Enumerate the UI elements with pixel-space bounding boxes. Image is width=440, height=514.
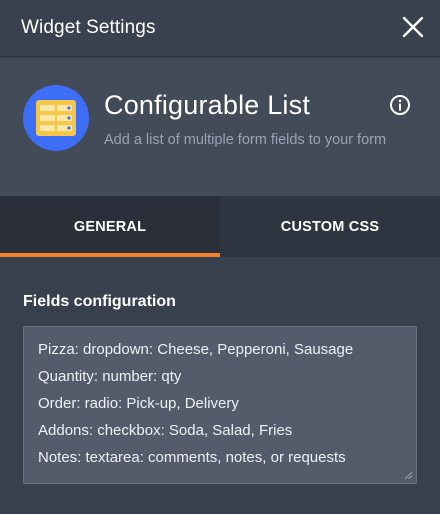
widget-icon-badge (23, 85, 89, 151)
dialog-titlebar: Widget Settings (0, 0, 440, 57)
resize-grip-icon[interactable] (404, 471, 412, 479)
tab-general[interactable]: GENERAL (0, 196, 220, 257)
widget-header: Configurable List Add a list of multiple… (0, 58, 440, 196)
tab-custom-css[interactable]: CUSTOM CSS (220, 196, 440, 257)
info-icon (390, 95, 410, 115)
settings-tabs: GENERAL CUSTOM CSS (0, 196, 440, 257)
close-icon (402, 16, 424, 38)
widget-name: Configurable List (104, 90, 311, 120)
config-line: Addons: checkbox: Soda, Salad, Fries (38, 422, 293, 439)
list-form-icon (36, 100, 76, 136)
config-line: Order: radio: Pick-up, Delivery (38, 395, 239, 412)
info-button[interactable] (389, 94, 411, 116)
fields-configuration-textarea[interactable]: Pizza: dropdown: Cheese, Pepperoni, Saus… (23, 326, 417, 484)
config-line: Pizza: dropdown: Cheese, Pepperoni, Saus… (38, 341, 354, 358)
fields-configuration-label: Fields configuration (23, 293, 176, 310)
config-line: Notes: textarea: comments, notes, or req… (38, 449, 346, 466)
dialog-title: Widget Settings (21, 17, 156, 38)
close-button[interactable] (400, 14, 426, 40)
config-line: Quantity: number: qty (38, 368, 182, 385)
widget-description: Add a list of multiple form fields to yo… (104, 132, 387, 148)
active-tab-indicator (0, 253, 220, 257)
